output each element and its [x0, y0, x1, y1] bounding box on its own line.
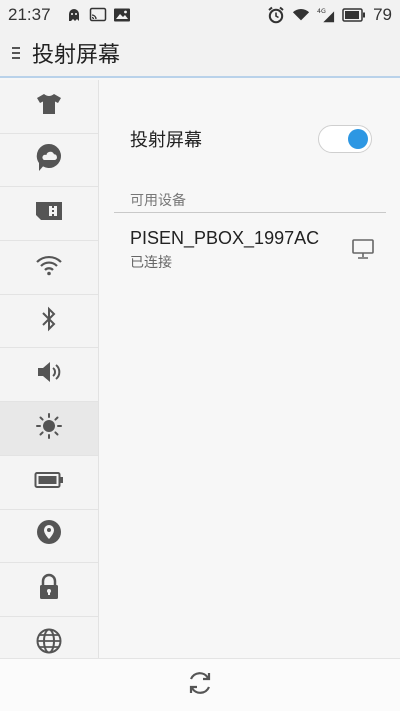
device-list-item[interactable]: PISEN_PBOX_1997AC 已连接 [130, 228, 375, 278]
wifi-icon [35, 254, 63, 281]
settings-sidebar [0, 80, 99, 658]
device-name: PISEN_PBOX_1997AC [130, 228, 320, 248]
cloud-account-icon [35, 143, 63, 178]
status-bar: 21:37 4G 79 [0, 0, 400, 30]
sidebar-item-sim[interactable] [0, 187, 98, 242]
sidebar-item-account[interactable] [0, 134, 98, 188]
device-status: 已连接 [130, 254, 172, 270]
available-devices-header: 可用设备 [130, 192, 186, 208]
status-time: 21:37 [8, 5, 51, 24]
battery-icon [34, 471, 64, 494]
sim-card-icon [34, 200, 64, 227]
sidebar-item-security[interactable] [0, 563, 98, 617]
title-bar: 投射屏幕 [0, 30, 400, 78]
sidebar-item-bluetooth[interactable] [0, 295, 98, 349]
battery-percentage: 79 [373, 5, 392, 24]
cellular-signal-icon: 4G [317, 6, 335, 24]
bottom-bar [0, 658, 400, 711]
screen-cast-row[interactable]: 投射屏幕 [130, 122, 372, 156]
screen-cast-toggle[interactable] [318, 125, 372, 153]
sidebar-item-location[interactable] [0, 510, 98, 564]
refresh-icon[interactable] [186, 669, 214, 702]
status-bar-right: 4G 79 [267, 5, 392, 25]
main-content: 投射屏幕 可用设备 PISEN_PBOX_1997AC 已连接 [100, 80, 400, 658]
volume-icon [35, 360, 63, 389]
lock-icon [37, 573, 61, 606]
status-bar-left: 21:37 [8, 5, 131, 25]
theme-shirt-icon [35, 92, 63, 121]
ghost-notification-icon [65, 6, 83, 24]
battery-status-icon [342, 6, 366, 24]
toggle-knob [348, 129, 368, 149]
alarm-icon [267, 6, 285, 24]
sidebar-item-theme[interactable] [0, 80, 98, 134]
brightness-icon [35, 412, 63, 445]
svg-text:4G: 4G [317, 8, 326, 15]
sidebar-item-battery[interactable] [0, 456, 98, 510]
menu-icon[interactable] [0, 29, 32, 77]
section-divider [114, 212, 386, 213]
sidebar-item-language[interactable] [0, 617, 98, 658]
sidebar-item-wifi[interactable] [0, 241, 98, 295]
image-notification-icon [113, 6, 131, 24]
location-icon [36, 519, 62, 552]
sidebar-item-sound[interactable] [0, 348, 98, 403]
wifi-signal-icon [292, 6, 310, 24]
bluetooth-icon [39, 305, 59, 338]
globe-icon [35, 627, 63, 658]
page-title: 投射屏幕 [32, 42, 121, 67]
sidebar-item-display[interactable] [0, 402, 98, 456]
monitor-icon [351, 238, 375, 265]
cast-notification-icon [89, 6, 107, 24]
screen-cast-label: 投射屏幕 [130, 130, 202, 150]
